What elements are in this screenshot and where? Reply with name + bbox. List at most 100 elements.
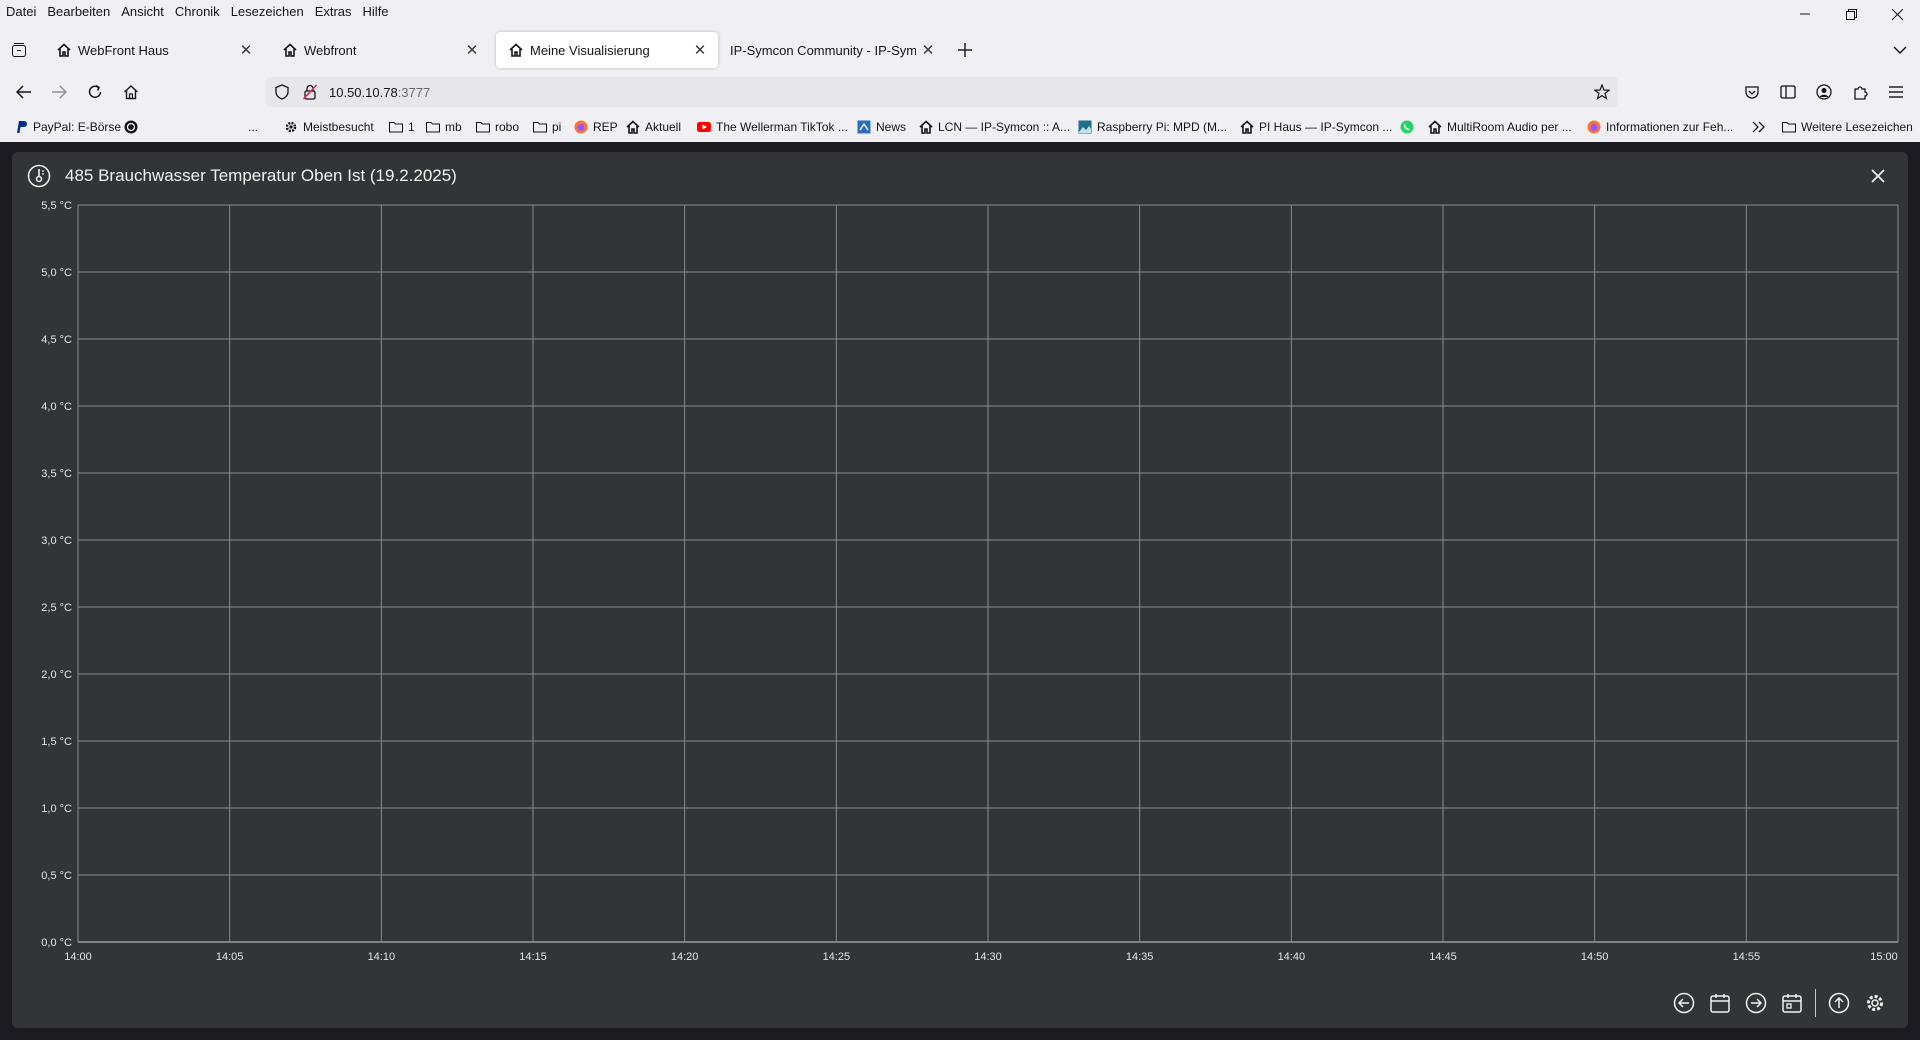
circle-logo-icon — [124, 120, 138, 134]
account-button[interactable] — [1810, 78, 1838, 106]
vertical-gridlines — [77, 205, 1899, 942]
bookmark-label: mb — [445, 120, 462, 134]
bookmarks-overflow-button[interactable] — [1752, 118, 1766, 136]
reload-button[interactable] — [81, 78, 109, 106]
bookmark-meistbesucht[interactable]: Meistbesucht — [284, 118, 374, 136]
tab-webfront-haus[interactable]: WebFront Haus ✕ — [44, 32, 264, 68]
hamburger-icon — [1889, 86, 1903, 98]
x-tick-label: 14:00 — [64, 951, 92, 962]
tab-title: IP-Symcon Community - IP-Symcon — [730, 42, 916, 58]
star-icon — [1594, 84, 1610, 100]
bookmark-folder-robo[interactable]: robo — [476, 118, 519, 136]
today-button[interactable] — [1777, 988, 1807, 1018]
calendar-icon — [1710, 994, 1730, 1013]
previous-period-button[interactable] — [1669, 988, 1699, 1018]
close-window-button[interactable] — [1874, 0, 1920, 28]
export-button[interactable] — [1824, 988, 1854, 1018]
tab-close-button[interactable]: ✕ — [460, 41, 484, 59]
url-bar[interactable]: 10.50.10.78:3777 — [266, 77, 1618, 107]
paypal-icon — [14, 120, 28, 134]
tab-meine-visualisierung[interactable]: Meine Visualisierung ✕ — [496, 32, 718, 68]
tab-title: Meine Visualisierung — [530, 42, 650, 58]
bookmark-informationen[interactable]: Informationen zur Feh... — [1587, 118, 1733, 136]
y-tick-label: 1,5 °C — [41, 736, 72, 748]
list-all-tabs-button[interactable] — [1888, 40, 1912, 60]
minimize-button[interactable] — [1782, 0, 1828, 28]
tab-close-button[interactable]: ✕ — [688, 41, 712, 59]
window-controls — [1782, 0, 1920, 28]
tab-webfront[interactable]: Webfront ✕ — [270, 32, 490, 68]
x-tick-label: 15:00 — [1870, 951, 1898, 962]
shield-icon[interactable] — [274, 84, 290, 100]
back-button[interactable] — [10, 78, 38, 106]
dialog-close-button[interactable] — [1866, 164, 1890, 188]
x-tick-label: 14:50 — [1581, 951, 1609, 962]
insecure-lock-icon[interactable] — [302, 84, 318, 100]
house-icon — [282, 42, 298, 58]
image-icon — [1078, 120, 1092, 134]
app-menu-button[interactable] — [1882, 78, 1910, 106]
navigation-bar: 10.50.10.78:3777 — [0, 72, 1920, 112]
next-period-button[interactable] — [1741, 988, 1771, 1018]
y-tick-label: 5,5 °C — [41, 200, 72, 212]
tab-overview-button[interactable] — [8, 40, 30, 60]
sidebar-icon — [1780, 85, 1796, 99]
menu-bearbeiten[interactable]: Bearbeiten — [41, 4, 110, 19]
calendar-button[interactable] — [1705, 988, 1735, 1018]
bookmark-weitere[interactable]: Weitere Lesezeichen — [1782, 118, 1913, 136]
y-tick-label: 0,0 °C — [41, 937, 72, 949]
bookmark-lcn[interactable]: LCN — IP-Symcon :: A... — [919, 118, 1070, 136]
bookmark-label: pi — [552, 120, 562, 134]
bookmark-rep[interactable]: REP — [574, 118, 618, 136]
x-tick-label: 14:20 — [671, 951, 699, 962]
tab-title: Webfront — [304, 42, 357, 58]
tab-ip-symcon-community[interactable]: IP-Symcon Community - IP-Symcon ✕ — [722, 32, 942, 68]
tab-close-button[interactable]: ✕ — [916, 41, 940, 59]
menu-datei[interactable]: Datei — [0, 4, 36, 19]
bookmark-aktuell[interactable]: Aktuell — [626, 118, 681, 136]
close-icon — [1871, 169, 1885, 183]
bookmark-multiroom[interactable]: MultiRoom Audio per ... — [1428, 118, 1572, 136]
forward-button[interactable] — [45, 78, 73, 106]
pocket-button[interactable] — [1738, 78, 1766, 106]
bookmark-folder-1[interactable]: 1 — [389, 118, 415, 136]
bookmark-news[interactable]: News — [857, 118, 906, 136]
bookmark-raspberry[interactable]: Raspberry Pi: MPD (M... — [1078, 118, 1227, 136]
bookmark-overflow-dots[interactable]: ... — [248, 118, 258, 136]
bookmark-whatsapp[interactable] — [1400, 118, 1419, 136]
bookmark-pi-haus[interactable]: PI Haus — IP-Symcon ... — [1240, 118, 1392, 136]
menu-ansicht[interactable]: Ansicht — [115, 4, 164, 19]
sidebar-button[interactable] — [1774, 78, 1802, 106]
tab-title: WebFront Haus — [78, 42, 169, 58]
house-icon — [1240, 120, 1254, 134]
bookmark-circle-logo[interactable] — [124, 118, 143, 136]
url-port: :3777 — [397, 85, 431, 100]
settings-button[interactable] — [1860, 988, 1890, 1018]
news-icon — [857, 120, 871, 134]
new-tab-button[interactable] — [952, 38, 978, 62]
y-tick-label: 0,5 °C — [41, 870, 72, 882]
close-icon — [1891, 8, 1903, 20]
restore-icon — [1845, 8, 1857, 20]
tab-close-button[interactable]: ✕ — [234, 41, 258, 59]
menu-extras[interactable]: Extras — [309, 4, 352, 19]
home-button[interactable] — [117, 78, 145, 106]
menu-chronik[interactable]: Chronik — [169, 4, 220, 19]
restore-button[interactable] — [1828, 0, 1874, 28]
y-tick-label: 1,0 °C — [41, 803, 72, 815]
bookmark-star-button[interactable] — [1594, 84, 1610, 100]
bookmark-paypal[interactable]: PayPal: E-Börse — [14, 118, 121, 136]
whatsapp-icon — [1400, 120, 1414, 134]
house-icon — [508, 42, 524, 58]
extensions-button[interactable] — [1846, 78, 1874, 106]
menu-lesezeichen[interactable]: Lesezeichen — [225, 4, 304, 19]
page-content: 485 Brauchwasser Temperatur Oben Ist (19… — [0, 142, 1920, 1040]
firefox-icon — [1587, 120, 1601, 134]
temperature-chart[interactable]: 0,0 °C 0,5 °C 1,0 °C 1,5 °C 2,0 °C 2,5 °C 3,0 … — [12, 192, 1908, 962]
url-text[interactable]: 10.50.10.78:3777 — [329, 85, 430, 100]
bookmark-wellerman[interactable]: The Wellerman TikTok ... — [697, 118, 848, 136]
bookmark-folder-mb[interactable]: mb — [426, 118, 462, 136]
home-icon — [124, 85, 138, 100]
bookmark-folder-pi[interactable]: pi — [533, 118, 561, 136]
menu-hilfe[interactable]: Hilfe — [357, 4, 389, 19]
